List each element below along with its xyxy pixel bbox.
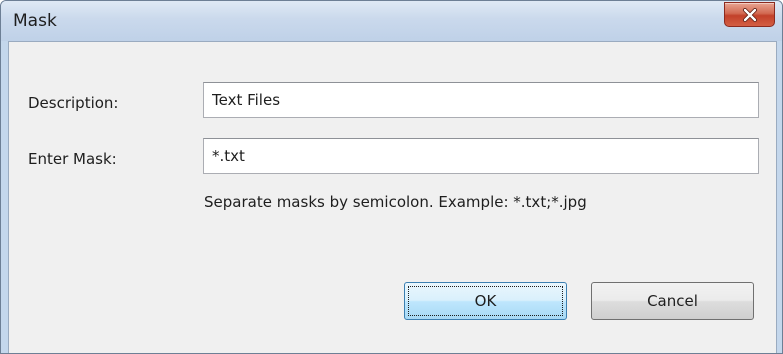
title-bar[interactable]: Mask — [1, 1, 782, 41]
mask-hint-text: Separate masks by semicolon. Example: *.… — [204, 193, 587, 211]
ok-button[interactable]: OK — [404, 282, 567, 320]
mask-dialog: Mask Description: Enter Mask: Separate m… — [0, 0, 783, 354]
mask-label: Enter Mask: — [28, 150, 117, 168]
dialog-body: Description: Enter Mask: Separate masks … — [8, 41, 777, 353]
window-title: Mask — [13, 11, 57, 31]
close-button[interactable] — [724, 2, 775, 27]
description-input[interactable] — [203, 82, 759, 118]
description-label: Description: — [28, 94, 119, 112]
ok-button-label: OK — [474, 292, 497, 310]
mask-input[interactable] — [203, 138, 759, 174]
cancel-button[interactable]: Cancel — [591, 282, 754, 320]
close-icon — [743, 8, 757, 22]
cancel-button-label: Cancel — [647, 292, 698, 310]
